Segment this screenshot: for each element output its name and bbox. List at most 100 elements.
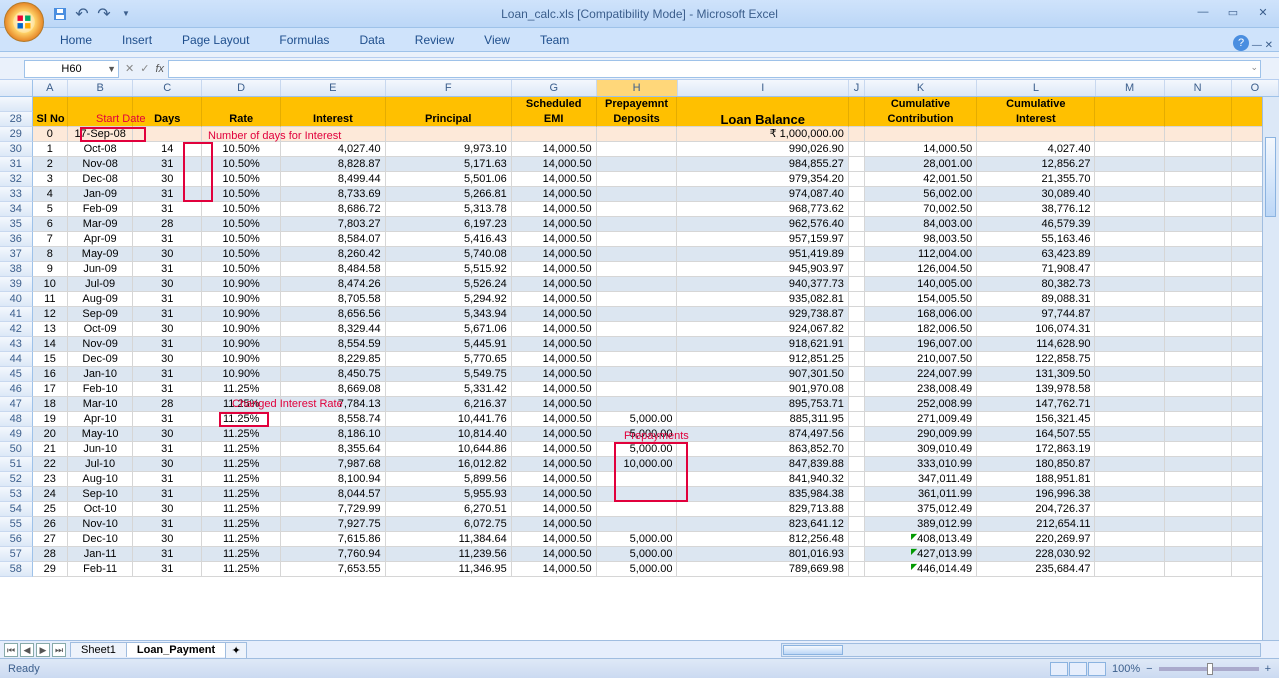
cell[interactable]: 801,016.93 xyxy=(677,547,848,562)
cell[interactable]: 14,000.50 xyxy=(512,337,597,352)
row-header[interactable]: 55 xyxy=(0,517,33,532)
col-header-L[interactable]: L xyxy=(977,80,1095,96)
qat-dropdown-icon[interactable]: ▼ xyxy=(118,6,134,22)
cell[interactable] xyxy=(1165,397,1232,412)
sheet-nav-prev[interactable]: ◀ xyxy=(20,643,34,657)
cell[interactable]: 31 xyxy=(133,562,202,577)
col-header-E[interactable]: E xyxy=(281,80,386,96)
cell[interactable]: 8,229.85 xyxy=(281,352,386,367)
cell[interactable] xyxy=(849,352,865,367)
cell[interactable]: 182,006.50 xyxy=(865,322,977,337)
cell[interactable] xyxy=(1165,352,1232,367)
cell[interactable] xyxy=(1095,517,1164,532)
cell[interactable]: 6,072.75 xyxy=(386,517,512,532)
cell[interactable]: 27 xyxy=(33,532,69,547)
cell[interactable]: 11.25% xyxy=(202,532,281,547)
row-header[interactable]: 35 xyxy=(0,217,33,232)
cell[interactable]: 14,000.50 xyxy=(512,442,597,457)
cell[interactable] xyxy=(1095,142,1164,157)
tab-data[interactable]: Data xyxy=(351,29,392,51)
cell[interactable] xyxy=(865,127,977,142)
cell[interactable]: Cumulative xyxy=(865,97,977,112)
save-icon[interactable] xyxy=(52,6,68,22)
cell[interactable] xyxy=(597,247,678,262)
cell[interactable]: 10.90% xyxy=(202,367,281,382)
cell[interactable]: 5,445.91 xyxy=(386,337,512,352)
cell[interactable]: 30 xyxy=(133,352,202,367)
cell[interactable]: 14,000.50 xyxy=(512,172,597,187)
cell[interactable]: Apr-09 xyxy=(68,232,133,247)
cell[interactable]: 9,973.10 xyxy=(386,142,512,157)
cell[interactable]: 8,705.58 xyxy=(281,292,386,307)
cell[interactable] xyxy=(1165,337,1232,352)
cell[interactable] xyxy=(849,367,865,382)
cell[interactable]: 8,450.75 xyxy=(281,367,386,382)
row-header[interactable]: 28 xyxy=(0,112,33,127)
cell[interactable] xyxy=(133,127,202,142)
row-header[interactable]: 34 xyxy=(0,202,33,217)
cell[interactable]: 11.25% xyxy=(202,547,281,562)
tab-formulas[interactable]: Formulas xyxy=(271,29,337,51)
cell[interactable]: 7,760.94 xyxy=(281,547,386,562)
cell[interactable]: 6,270.51 xyxy=(386,502,512,517)
cell[interactable] xyxy=(597,127,678,142)
undo-icon[interactable]: ↶ xyxy=(74,6,90,22)
cell[interactable]: 990,026.90 xyxy=(677,142,848,157)
cell[interactable]: 5,526.24 xyxy=(386,277,512,292)
cell[interactable]: 56,002.00 xyxy=(865,187,977,202)
hscroll-thumb[interactable] xyxy=(783,645,843,655)
cell[interactable]: 196,007.00 xyxy=(865,337,977,352)
row-header[interactable]: 33 xyxy=(0,187,33,202)
cell[interactable]: 7 xyxy=(33,232,69,247)
row-header[interactable]: 54 xyxy=(0,502,33,517)
row-header[interactable]: 51 xyxy=(0,457,33,472)
row-header[interactable]: 47 xyxy=(0,397,33,412)
cell[interactable] xyxy=(1165,547,1232,562)
cell[interactable]: 224,007.99 xyxy=(865,367,977,382)
cell[interactable] xyxy=(1165,247,1232,262)
cell[interactable]: 164,507.55 xyxy=(977,427,1095,442)
cell[interactable]: 0 xyxy=(33,127,69,142)
cell[interactable]: 8,329.44 xyxy=(281,322,386,337)
cell[interactable]: 8,100.94 xyxy=(281,472,386,487)
cell[interactable]: 924,067.82 xyxy=(677,322,848,337)
cell[interactable]: 14,000.50 xyxy=(512,247,597,262)
row-header[interactable]: 36 xyxy=(0,232,33,247)
cell[interactable]: 14,000.50 xyxy=(512,307,597,322)
cell[interactable]: 10.90% xyxy=(202,277,281,292)
cell[interactable] xyxy=(597,277,678,292)
cell[interactable] xyxy=(849,202,865,217)
cell[interactable]: 188,951.81 xyxy=(977,472,1095,487)
cell[interactable]: 31 xyxy=(133,337,202,352)
cell[interactable]: Oct-10 xyxy=(68,502,133,517)
cell[interactable]: 10 xyxy=(33,277,69,292)
cell[interactable]: 5,000.00 xyxy=(597,442,678,457)
cell[interactable] xyxy=(1095,427,1164,442)
cell[interactable] xyxy=(597,322,678,337)
tab-team[interactable]: Team xyxy=(532,29,577,51)
cell[interactable]: 2 xyxy=(33,157,69,172)
cell[interactable]: 228,030.92 xyxy=(977,547,1095,562)
cell[interactable]: 21,355.70 xyxy=(977,172,1095,187)
cell[interactable]: 156,321.45 xyxy=(977,412,1095,427)
cell[interactable]: 10,814.40 xyxy=(386,427,512,442)
cell[interactable] xyxy=(1095,337,1164,352)
cell[interactable] xyxy=(597,502,678,517)
cell[interactable] xyxy=(849,112,865,127)
cell[interactable] xyxy=(1095,112,1164,127)
cell[interactable] xyxy=(849,322,865,337)
cell[interactable] xyxy=(597,352,678,367)
cell[interactable]: 89,088.31 xyxy=(977,292,1095,307)
cell[interactable] xyxy=(1165,262,1232,277)
cell[interactable]: 28,001.00 xyxy=(865,157,977,172)
cell[interactable]: 863,852.70 xyxy=(677,442,848,457)
cell[interactable] xyxy=(512,127,597,142)
cell[interactable] xyxy=(849,337,865,352)
cell[interactable]: 31 xyxy=(133,487,202,502)
cell[interactable]: 1 xyxy=(33,142,69,157)
cell[interactable]: 20 xyxy=(33,427,69,442)
cell[interactable] xyxy=(33,97,69,112)
cell[interactable]: 14,000.50 xyxy=(512,427,597,442)
cell[interactable] xyxy=(1165,277,1232,292)
cell[interactable]: ₹ 1,000,000.00 xyxy=(677,127,848,142)
